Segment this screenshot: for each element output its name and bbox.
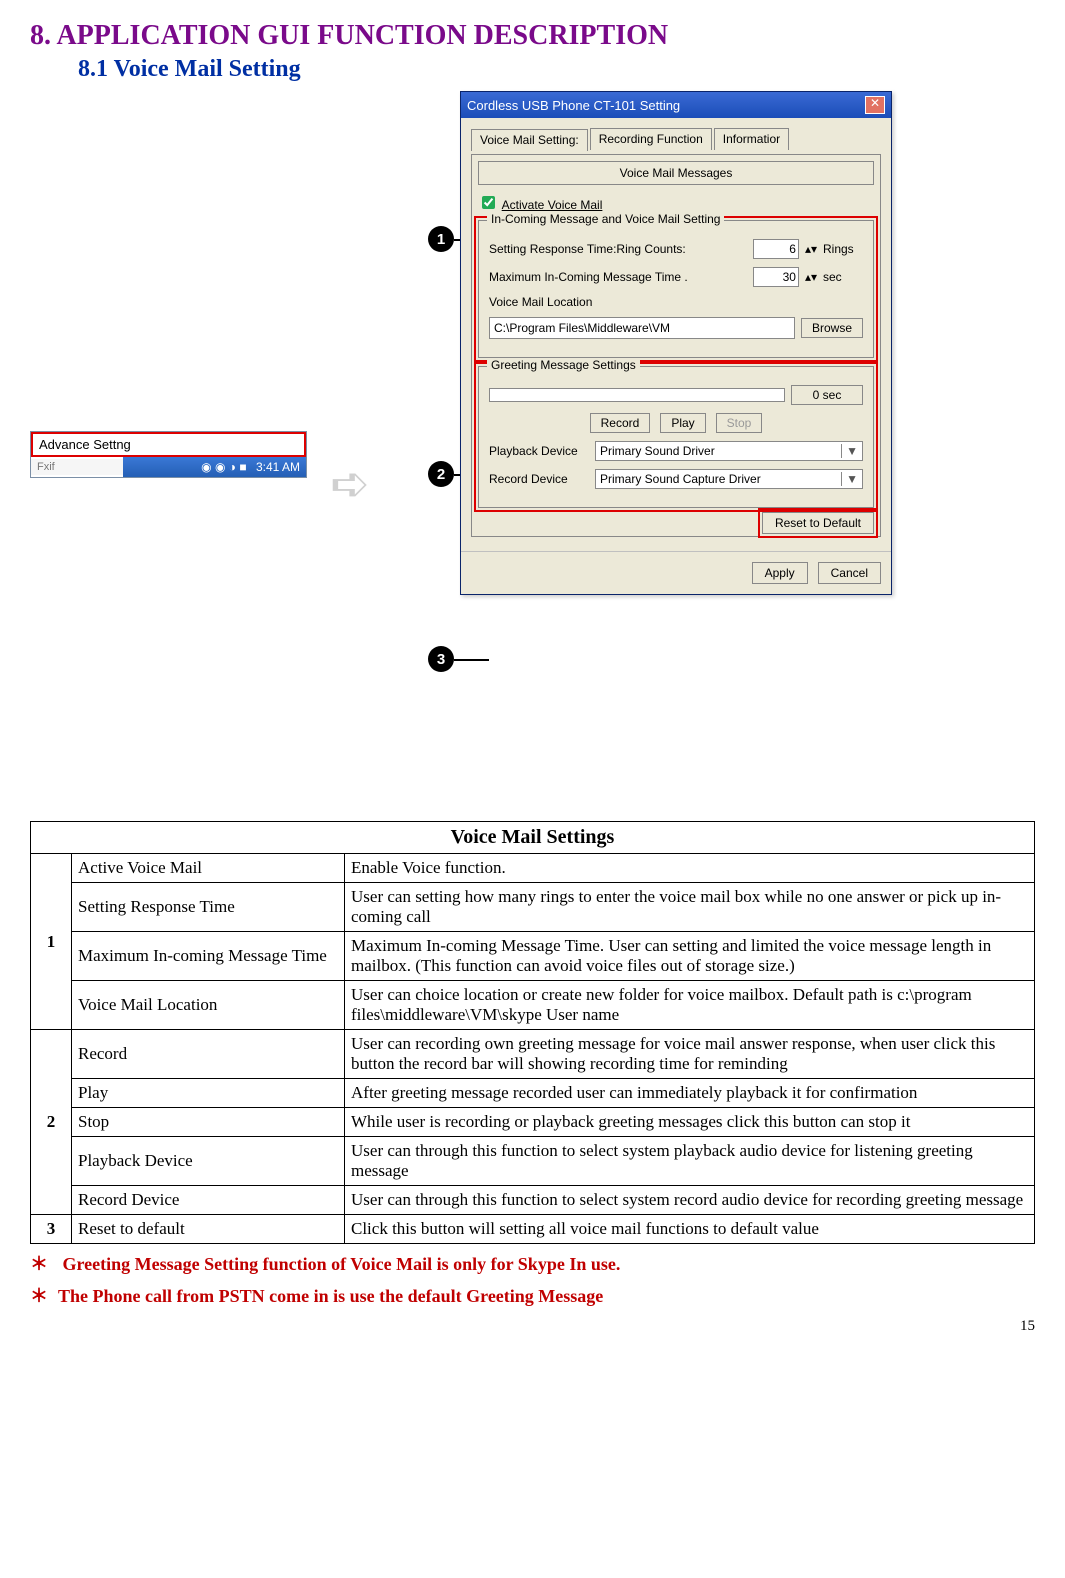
table-section-number: 3: [31, 1215, 72, 1244]
greeting-progress-bar: [489, 388, 785, 402]
footnote-2: ＊ The Phone call from PSTN come in is use…: [30, 1282, 1035, 1308]
table-cell-desc: User can through this function to select…: [345, 1186, 1035, 1215]
group-incoming-settings: In-Coming Message and Voice Mail Setting…: [478, 220, 874, 358]
dialog-titlebar: Cordless USB Phone CT-101 Setting ✕: [461, 92, 891, 118]
response-time-label: Setting Response Time:Ring Counts:: [489, 242, 747, 256]
activate-voice-mail-checkbox[interactable]: Activate Voice Mail: [478, 198, 602, 212]
tab-recording-function[interactable]: Recording Function: [590, 128, 712, 150]
max-msg-time-label: Maximum In-Coming Message Time .: [489, 270, 747, 284]
page-heading: 8. APPLICATION GUI FUNCTION DESCRIPTION: [30, 20, 1035, 52]
record-device-value: Primary Sound Capture Driver: [600, 472, 761, 486]
footnote-1-text: Greeting Message Setting function of Voi…: [63, 1254, 621, 1274]
table-cell-desc: While user is recording or playback gree…: [345, 1108, 1035, 1137]
table-cell-name: Playback Device: [72, 1137, 345, 1186]
stop-button[interactable]: Stop: [716, 413, 763, 433]
playback-device-value: Primary Sound Driver: [600, 444, 715, 458]
tab-row: Voice Mail Setting: Recording Function I…: [471, 128, 881, 150]
table-cell-name: Voice Mail Location: [72, 981, 345, 1030]
table-cell-name: Active Voice Mail: [72, 854, 345, 883]
apply-button[interactable]: Apply: [752, 562, 808, 584]
record-button[interactable]: Record: [590, 413, 651, 433]
record-device-label: Record Device: [489, 472, 589, 486]
table-section-number: 1: [31, 854, 72, 1030]
table-cell-name: Record: [72, 1030, 345, 1079]
browse-button[interactable]: Browse: [801, 318, 863, 338]
table-header: Voice Mail Settings: [31, 822, 1035, 854]
advance-setting-thumbnail: Advance Settng Fxif ◉ ◉ ◑ ■ 3:41 AM: [30, 431, 307, 478]
table-cell-desc: After greeting message recorded user can…: [345, 1079, 1035, 1108]
tab-voice-mail-settings[interactable]: Voice Mail Setting:: [471, 129, 588, 151]
taskbar-tray: ◉ ◉ ◑ ■ 3:41 AM: [123, 457, 306, 477]
fxif-label: Fxif: [31, 459, 123, 475]
tray-icons: ◉ ◉ ◑ ■: [201, 460, 246, 474]
subtab-voice-mail-messages[interactable]: Voice Mail Messages: [478, 161, 874, 185]
playback-device-dropdown[interactable]: Primary Sound Driver ▼: [595, 441, 863, 461]
table-cell-name: Reset to default: [72, 1215, 345, 1244]
figure-area: Advance Settng Fxif ◉ ◉ ◑ ■ 3:41 AM ➪ 1 …: [30, 91, 1035, 811]
settings-dialog: Cordless USB Phone CT-101 Setting ✕ Voic…: [460, 91, 892, 595]
play-button[interactable]: Play: [660, 413, 705, 433]
callout-3: 3: [428, 646, 454, 672]
callout-1: 1: [428, 226, 454, 252]
response-time-value[interactable]: 6: [753, 239, 799, 259]
cancel-button[interactable]: Cancel: [818, 562, 881, 584]
table-cell-name: Play: [72, 1079, 345, 1108]
table-cell-name: Setting Response Time: [72, 883, 345, 932]
activate-voice-mail-label: Activate Voice Mail: [502, 198, 603, 212]
asterisk-icon: ＊: [30, 1254, 48, 1274]
table-cell-name: Record Device: [72, 1186, 345, 1215]
vm-location-input[interactable]: C:\Program Files\Middleware\VM: [489, 317, 795, 339]
table-cell-name: Stop: [72, 1108, 345, 1137]
tab-information[interactable]: Informatior: [714, 128, 789, 150]
table-cell-name: Maximum In-coming Message Time: [72, 932, 345, 981]
table-cell-desc: User can recording own greeting message …: [345, 1030, 1035, 1079]
reset-to-default-button[interactable]: Reset to Default: [762, 512, 874, 534]
page-subheading: 8.1 Voice Mail Setting: [78, 56, 1035, 83]
close-icon[interactable]: ✕: [865, 96, 885, 114]
advance-setting-menu-item[interactable]: Advance Settng: [31, 432, 306, 457]
max-msg-time-unit: sec: [823, 270, 863, 284]
footnote-1: ＊ Greeting Message Setting function of V…: [30, 1250, 1035, 1276]
table-cell-desc: User can through this function to select…: [345, 1137, 1035, 1186]
record-device-dropdown[interactable]: Primary Sound Capture Driver ▼: [595, 469, 863, 489]
tray-clock: 3:41 AM: [256, 460, 300, 474]
asterisk-icon: ＊: [30, 1286, 48, 1306]
chevron-down-icon: ▼: [841, 472, 858, 486]
max-msg-time-value[interactable]: 30: [753, 267, 799, 287]
table-cell-desc: Enable Voice function.: [345, 854, 1035, 883]
spinner-icon[interactable]: ▴▾: [805, 242, 817, 256]
greeting-progress-readout: 0 sec: [791, 385, 863, 405]
voice-mail-settings-table: Voice Mail Settings 1 Active Voice Mail …: [30, 821, 1035, 1244]
group-greeting-settings: Greeting Message Settings 0 sec Record P…: [478, 366, 874, 508]
right-arrow-icon: ➪: [330, 456, 370, 512]
table-cell-desc: User can setting how many rings to enter…: [345, 883, 1035, 932]
footnote-2-text: The Phone call from PSTN come in is use …: [58, 1286, 603, 1306]
playback-device-label: Playback Device: [489, 444, 589, 458]
callout-line-3: [454, 659, 489, 661]
vm-location-label: Voice Mail Location: [489, 295, 863, 309]
table-cell-desc: Click this button will setting all voice…: [345, 1215, 1035, 1244]
dialog-title: Cordless USB Phone CT-101 Setting: [467, 98, 680, 113]
group-incoming-legend: In-Coming Message and Voice Mail Setting: [487, 212, 724, 226]
activate-voice-mail-input[interactable]: [482, 196, 495, 209]
response-time-unit: Rings: [823, 242, 863, 256]
spinner-icon[interactable]: ▴▾: [805, 270, 817, 284]
callout-2: 2: [428, 461, 454, 487]
page-number: 15: [30, 1318, 1035, 1335]
chevron-down-icon: ▼: [841, 444, 858, 458]
table-cell-desc: Maximum In-coming Message Time. User can…: [345, 932, 1035, 981]
group-greeting-legend: Greeting Message Settings: [487, 358, 640, 372]
table-cell-desc: User can choice location or create new f…: [345, 981, 1035, 1030]
table-section-number: 2: [31, 1030, 72, 1215]
